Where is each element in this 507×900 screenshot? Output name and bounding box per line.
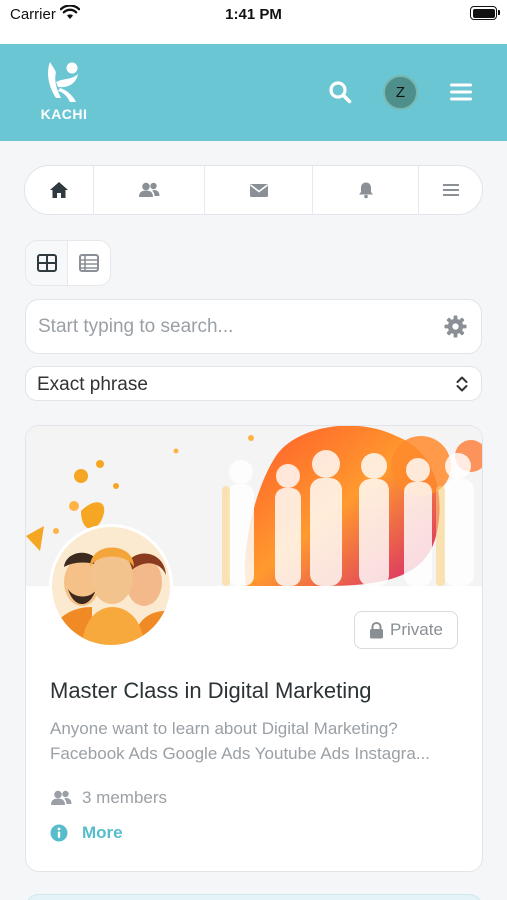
app-header: KACHI Z (0, 44, 507, 141)
group-card[interactable]: Private Master Class in Digital Marketin… (25, 425, 483, 872)
tab-home[interactable] (25, 166, 94, 214)
tab-messages[interactable] (205, 166, 313, 214)
envelope-icon (249, 183, 268, 197)
group-avatar (49, 524, 173, 648)
search-mode-select[interactable]: Exact phrase (25, 366, 482, 401)
group-members: 3 members (50, 788, 167, 808)
privacy-label: Private (390, 620, 443, 639)
info-icon (50, 824, 68, 842)
tab-more-menu[interactable] (419, 166, 482, 214)
tab-notifications[interactable] (313, 166, 419, 214)
chevron-up-down-icon (455, 375, 469, 398)
home-icon (50, 182, 68, 198)
list-view-button[interactable] (68, 241, 110, 285)
hamburger-menu-icon (450, 83, 472, 101)
search-mode-value: Exact phrase (37, 374, 148, 395)
search-button[interactable] (326, 78, 354, 106)
grid-view-icon (36, 254, 57, 272)
view-toggle (25, 240, 111, 286)
more-label: More (82, 823, 123, 842)
users-icon (139, 182, 160, 197)
grid-view-button[interactable] (26, 241, 69, 285)
gear-icon[interactable] (444, 315, 467, 343)
main-menu-button[interactable] (446, 77, 476, 107)
group-title[interactable]: Master Class in Digital Marketing (50, 678, 372, 704)
list-view-icon (79, 254, 99, 272)
clock: 1:41 PM (225, 6, 282, 23)
bell-icon (358, 182, 373, 199)
battery-icon (470, 6, 500, 20)
status-bar: Carrier 1:41 PM (0, 0, 507, 44)
lock-icon (370, 621, 384, 638)
user-avatar[interactable]: Z (383, 75, 418, 110)
users-icon (51, 790, 72, 805)
more-link[interactable]: More (50, 823, 123, 843)
search-input[interactable] (38, 300, 438, 353)
logo-mark-icon (48, 62, 78, 102)
tab-groups[interactable] (94, 166, 205, 214)
search-icon (329, 81, 352, 104)
privacy-badge: Private (354, 611, 458, 649)
list-menu-icon (442, 184, 459, 196)
logo-text: KACHI (40, 106, 88, 122)
group-description-line-2: Facebook Ads Google Ads Youtube Ads Inst… (50, 744, 430, 763)
search-box (25, 299, 482, 354)
members-count: 3 members (82, 788, 168, 807)
group-description-line-1: Anyone want to learn about Digital Marke… (50, 719, 398, 738)
next-group-card[interactable] (25, 894, 483, 900)
section-nav (24, 165, 483, 215)
kachi-logo[interactable]: KACHI (36, 58, 92, 122)
group-description: Anyone want to learn about Digital Marke… (50, 716, 455, 766)
